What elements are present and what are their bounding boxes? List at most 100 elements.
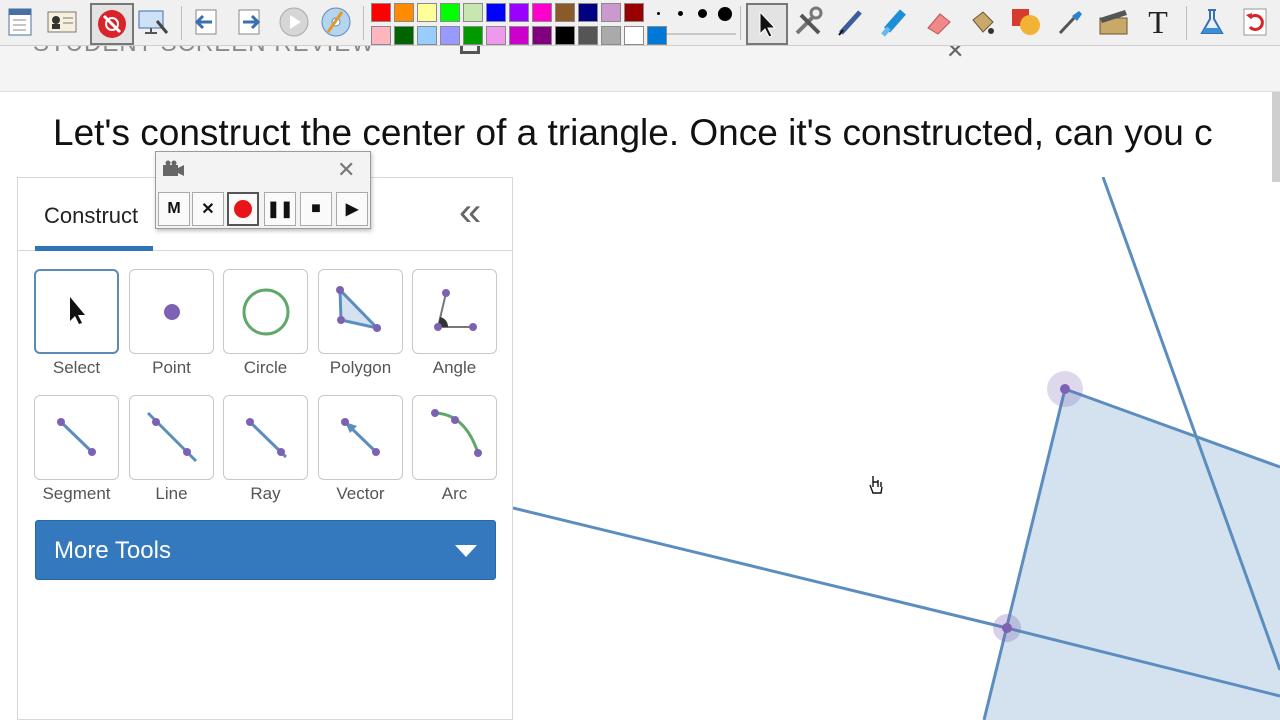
vector-icon: [341, 418, 380, 456]
shapes-icon[interactable]: [1008, 4, 1044, 40]
line-weight-4[interactable]: [718, 7, 732, 21]
text-icon[interactable]: T: [1140, 4, 1176, 40]
eyedropper-icon[interactable]: [1052, 4, 1088, 40]
color-swatch[interactable]: [555, 26, 575, 45]
back-arrow-icon[interactable]: [188, 4, 224, 40]
close-icon[interactable]: ✕: [337, 157, 355, 183]
id-card-icon[interactable]: [44, 4, 80, 40]
rec-record-button[interactable]: [227, 192, 259, 226]
tool-point[interactable]: [129, 269, 214, 354]
ray-icon: [246, 418, 288, 459]
refresh-icon[interactable]: [1238, 4, 1274, 40]
eraser-icon[interactable]: [920, 4, 956, 40]
recorder-panel[interactable]: ✕ M ✕ ❚❚ ■ ▶: [155, 151, 371, 229]
color-swatch[interactable]: [371, 3, 391, 22]
color-swatch[interactable]: [647, 26, 667, 45]
tool-select[interactable]: [34, 269, 119, 354]
color-swatch[interactable]: [417, 3, 437, 22]
rec-pause-button[interactable]: ❚❚: [264, 192, 296, 226]
color-swatch[interactable]: [486, 26, 506, 45]
line-shape[interactable]: [512, 506, 1008, 630]
tab-construct[interactable]: Construct: [35, 178, 153, 251]
line-weight-track: [666, 33, 736, 35]
tab-construct-label: Construct: [44, 203, 139, 228]
construction-drawing: [512, 176, 1280, 720]
geometry-canvas[interactable]: [512, 176, 1280, 720]
rec-play-button[interactable]: ▶: [336, 192, 368, 226]
play-icon[interactable]: [276, 4, 312, 40]
camera-icon: [162, 160, 186, 183]
tool-angle[interactable]: [412, 269, 497, 354]
more-tools-label: More Tools: [54, 537, 171, 564]
vertex-point[interactable]: [1002, 623, 1012, 633]
color-swatch[interactable]: [532, 26, 552, 45]
color-swatch[interactable]: [624, 26, 644, 45]
menu-icon[interactable]: [2, 4, 38, 40]
color-swatch[interactable]: [624, 3, 644, 22]
color-swatch[interactable]: [440, 3, 460, 22]
tool-ray[interactable]: [223, 395, 308, 480]
polygon-icon: [336, 286, 382, 332]
line-icon: [146, 411, 198, 463]
vertex-point[interactable]: [1060, 384, 1070, 394]
color-swatch[interactable]: [463, 26, 483, 45]
polygon-shape[interactable]: [984, 389, 1280, 720]
pen-icon[interactable]: [833, 4, 869, 40]
color-swatch[interactable]: [555, 3, 575, 22]
line-weight-3[interactable]: [698, 9, 707, 18]
monitor-settings-icon[interactable]: [135, 4, 171, 40]
tool-line-label: Line: [155, 484, 188, 503]
color-swatch[interactable]: [463, 3, 483, 22]
forward-arrow-icon[interactable]: [231, 4, 267, 40]
chevron-down-icon: [455, 545, 477, 557]
tool-line[interactable]: [129, 395, 214, 480]
color-swatch[interactable]: [509, 3, 529, 22]
tool-point-label: Point: [152, 358, 191, 377]
annotation-toolbar: T: [0, 0, 1280, 46]
color-swatch[interactable]: [486, 3, 506, 22]
color-swatch[interactable]: [440, 26, 460, 45]
color-swatch[interactable]: [509, 26, 529, 45]
angle-icon: [434, 289, 477, 331]
tool-polygon[interactable]: [318, 269, 403, 354]
question-text: Let's construct the center of a triangle…: [53, 112, 1213, 153]
clapper-icon[interactable]: [1096, 4, 1132, 40]
color-swatch[interactable]: [601, 3, 621, 22]
flask-icon[interactable]: [1194, 4, 1230, 40]
color-swatch[interactable]: [417, 26, 437, 45]
arc-icon: [431, 409, 482, 457]
scrollbar[interactable]: [1272, 92, 1280, 182]
tool-ray-label: Ray: [250, 484, 281, 503]
tool-angle-label: Angle: [432, 358, 477, 377]
color-swatch[interactable]: [532, 3, 552, 22]
tool-select-label: Select: [52, 358, 101, 377]
rec-cancel-button[interactable]: ✕: [192, 192, 224, 226]
color-swatch[interactable]: [578, 26, 598, 45]
highlighter-icon[interactable]: [877, 4, 913, 40]
select-arrow-icon: [70, 297, 85, 324]
fill-bucket-icon[interactable]: [964, 4, 1000, 40]
tool-vector[interactable]: [318, 395, 403, 480]
line-weight-1[interactable]: [657, 12, 660, 15]
collapse-panel-button[interactable]: «: [459, 192, 481, 232]
tool-arc[interactable]: [412, 395, 497, 480]
rec-stop-button[interactable]: ■: [300, 192, 332, 226]
color-swatch[interactable]: [371, 26, 391, 45]
line-weight-2[interactable]: [678, 11, 683, 16]
tool-arc-label: Arc: [441, 484, 468, 503]
record-icon: [234, 200, 252, 218]
tools-icon[interactable]: [790, 4, 826, 40]
color-swatch[interactable]: [578, 3, 598, 22]
toolbar-separator: [181, 6, 182, 40]
tool-circle[interactable]: [223, 269, 308, 354]
no-annotate-icon[interactable]: [90, 3, 134, 45]
rec-mode-button[interactable]: M: [158, 192, 190, 226]
toolbar-separator: [1186, 6, 1187, 40]
more-tools-button[interactable]: More Tools: [35, 520, 496, 580]
cursor-icon[interactable]: [746, 3, 788, 45]
color-swatch[interactable]: [394, 3, 414, 22]
color-swatch[interactable]: [394, 26, 414, 45]
disc-icon[interactable]: [318, 4, 354, 40]
color-swatch[interactable]: [601, 26, 621, 45]
tool-segment[interactable]: [34, 395, 119, 480]
